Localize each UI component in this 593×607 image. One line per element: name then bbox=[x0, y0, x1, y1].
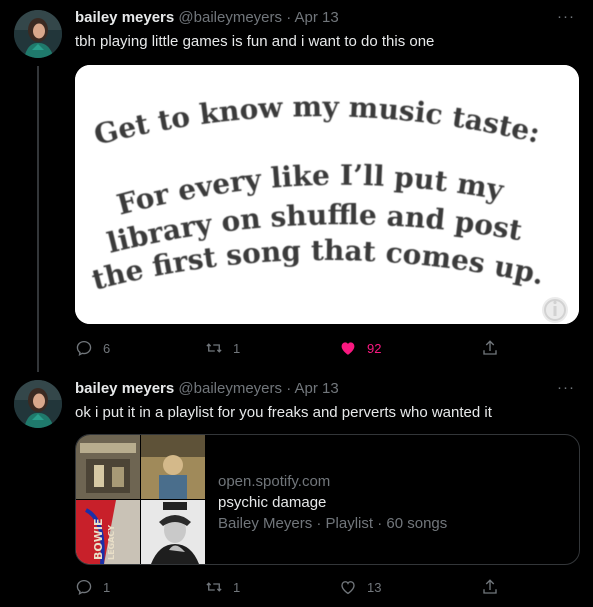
like-button[interactable]: 92 bbox=[339, 336, 381, 360]
tweet-header: bailey meyers @baileymeyers · Apr 13 bbox=[75, 380, 339, 400]
heart-icon bbox=[341, 581, 355, 595]
thread-line bbox=[37, 66, 39, 372]
cover-tile-4 bbox=[141, 500, 205, 564]
more-icon[interactable]: ··· bbox=[557, 8, 575, 25]
share-icon bbox=[483, 579, 497, 594]
like-button[interactable]: 13 bbox=[339, 575, 381, 599]
cover-text-2: LEGACY bbox=[107, 525, 116, 560]
retweet-count: 1 bbox=[233, 579, 241, 595]
reply-button[interactable]: 6 bbox=[75, 336, 110, 360]
avatar[interactable] bbox=[14, 10, 62, 58]
retweet-button[interactable]: 1 bbox=[205, 336, 240, 360]
reply-icon bbox=[76, 579, 92, 596]
cover-tile-3: BOWIE LEGACY bbox=[76, 500, 140, 564]
tweet-date[interactable]: Apr 13 bbox=[295, 380, 339, 397]
share-button[interactable] bbox=[481, 575, 509, 599]
avatar-photo bbox=[14, 380, 62, 428]
reply-icon bbox=[76, 340, 92, 357]
card-subtitle: Bailey Meyers · Playlist · 60 songs bbox=[218, 515, 448, 532]
share-button[interactable] bbox=[481, 336, 509, 360]
like-count: 92 bbox=[367, 340, 382, 356]
link-card[interactable]: BOWIE LEGACY open.spotify.com psychic dam… bbox=[75, 434, 580, 565]
retweet-icon bbox=[206, 343, 222, 353]
more-icon[interactable]: ··· bbox=[557, 379, 575, 396]
handle[interactable]: @baileymeyers bbox=[178, 380, 282, 397]
tweet-text: tbh playing little games is fun and i wa… bbox=[75, 33, 435, 50]
separator: · bbox=[286, 380, 292, 397]
alt-info-icon[interactable] bbox=[542, 297, 568, 323]
separator: · bbox=[286, 9, 292, 26]
avatar-photo bbox=[14, 10, 62, 58]
avatar[interactable] bbox=[14, 380, 62, 428]
tweet-1[interactable]: bailey meyers @baileymeyers · Apr 13 ···… bbox=[0, 0, 593, 372]
like-count: 13 bbox=[367, 579, 382, 595]
retweet-button[interactable]: 1 bbox=[205, 575, 240, 599]
tweet-image[interactable]: Get to know my music taste: For every li… bbox=[75, 65, 579, 324]
card-title: psychic damage bbox=[218, 494, 327, 511]
cover-tile-1 bbox=[76, 435, 140, 499]
retweet-count: 1 bbox=[233, 340, 241, 356]
heart-icon bbox=[341, 342, 355, 355]
reply-count: 6 bbox=[103, 340, 111, 356]
playlist-cover: BOWIE LEGACY bbox=[76, 435, 205, 564]
retweet-icon bbox=[206, 582, 222, 592]
cover-text-1: BOWIE bbox=[92, 519, 105, 560]
reply-count: 1 bbox=[103, 579, 111, 595]
tweet-actions: 6 1 92 bbox=[75, 336, 580, 360]
display-name[interactable]: bailey meyers bbox=[75, 380, 174, 397]
tweet-date[interactable]: Apr 13 bbox=[295, 9, 339, 26]
tweet-header: bailey meyers @baileymeyers · Apr 13 bbox=[75, 9, 339, 29]
tweet-actions: 1 1 13 bbox=[75, 575, 580, 599]
cover-tile-2 bbox=[141, 435, 205, 499]
tweet-text: ok i put it in a playlist for you freaks… bbox=[75, 404, 492, 421]
image-graphic: Get to know my music taste: For every li… bbox=[75, 65, 579, 324]
card-domain: open.spotify.com bbox=[218, 473, 331, 490]
display-name[interactable]: bailey meyers bbox=[75, 9, 174, 26]
handle[interactable]: @baileymeyers bbox=[178, 9, 282, 26]
card-info: open.spotify.com psychic damage Bailey M… bbox=[218, 471, 447, 534]
reply-button[interactable]: 1 bbox=[75, 575, 110, 599]
share-icon bbox=[483, 340, 497, 355]
